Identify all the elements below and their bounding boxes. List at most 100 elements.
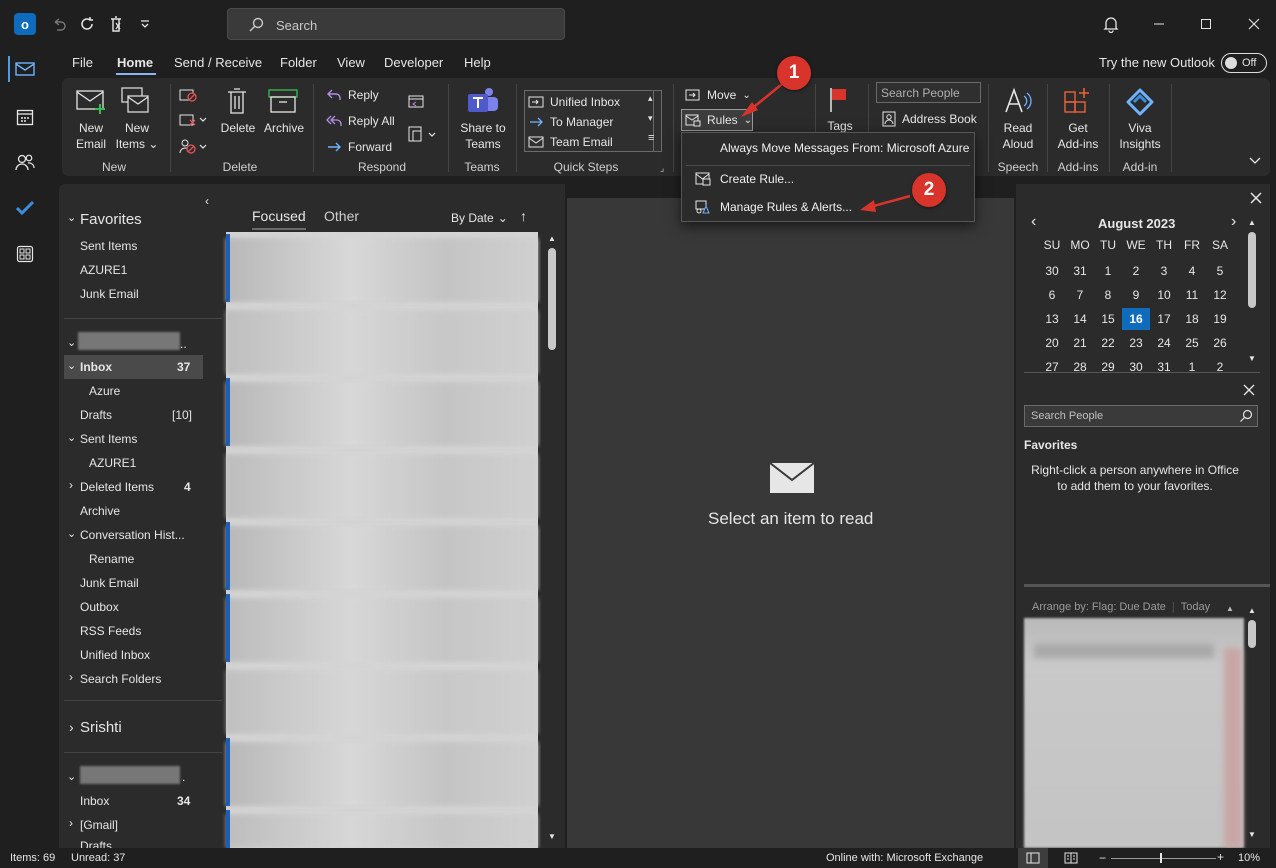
delete-button[interactable]: Delete <box>218 120 258 136</box>
new-email-button[interactable]: New Email <box>70 120 112 152</box>
folder-deleted-items[interactable]: Deleted Items <box>80 477 154 497</box>
folder-drafts-2[interactable]: Drafts <box>80 836 112 848</box>
get-addins-button[interactable]: Get Add-ins <box>1054 120 1102 152</box>
zoom-slider[interactable] <box>1111 858 1216 859</box>
folder-junk-email[interactable]: Junk Email <box>80 573 139 593</box>
chevron-right-icon[interactable]: › <box>69 816 73 830</box>
scroll-down-icon[interactable]: ▼ <box>1248 830 1256 839</box>
gallery-down-icon[interactable]: ▾ <box>648 113 653 124</box>
arrange-collapse-icon[interactable]: ▲ <box>1226 604 1234 613</box>
calendar-day[interactable]: 8 <box>1094 284 1122 306</box>
new-items-button[interactable]: New Items ⌄ <box>114 120 160 152</box>
chevron-down-icon[interactable]: ⌄ <box>67 527 76 540</box>
calendar-day[interactable]: 30 <box>1122 356 1150 378</box>
favorite-sent-items[interactable]: Sent Items <box>80 236 137 256</box>
message-item[interactable] <box>226 238 538 302</box>
message-item[interactable] <box>226 454 538 518</box>
folder-unified-inbox[interactable]: Unified Inbox <box>80 645 150 665</box>
reply-button[interactable]: Reply <box>326 85 379 105</box>
calendar-day[interactable]: 3 <box>1150 260 1178 282</box>
people-search-input[interactable]: Search People <box>1024 405 1258 427</box>
tab-developer[interactable]: Developer <box>384 55 443 77</box>
tab-focused[interactable]: Focused <box>252 208 306 224</box>
folder-sent-items[interactable]: Sent Items <box>80 429 137 449</box>
sync-icon[interactable] <box>75 12 99 36</box>
customize-toolbar-icon[interactable] <box>133 12 157 36</box>
calendar-day[interactable]: 28 <box>1066 356 1094 378</box>
message-item[interactable] <box>226 670 538 734</box>
close-button[interactable] <box>1242 12 1266 36</box>
calendar-day[interactable]: 12 <box>1206 284 1234 306</box>
chevron-down-icon[interactable]: ⌄ <box>67 211 76 224</box>
scroll-up-icon[interactable]: ▲ <box>548 234 556 243</box>
scroll-up-icon[interactable]: ▲ <box>1248 606 1256 615</box>
calendar-day[interactable]: 29 <box>1094 356 1122 378</box>
calendar-day[interactable]: 15 <box>1094 308 1122 330</box>
chevron-right-icon[interactable]: › <box>69 670 73 684</box>
dialog-launcher-icon[interactable]: ⌟ <box>660 163 664 174</box>
delete-all-icon[interactable] <box>104 12 128 36</box>
forward-button[interactable]: Forward <box>326 137 392 157</box>
message-item[interactable] <box>226 742 538 806</box>
tab-send-receive[interactable]: Send / Receive <box>174 55 262 77</box>
folder-gmail[interactable]: [Gmail] <box>80 815 118 835</box>
calendar-day[interactable]: 30 <box>1038 260 1066 282</box>
folder-rename[interactable]: Rename <box>89 549 134 569</box>
calendar-day[interactable]: 13 <box>1038 308 1066 330</box>
calendar-day[interactable]: 11 <box>1178 284 1206 306</box>
calendar-day[interactable]: 1 <box>1094 260 1122 282</box>
tasks-arrange-bar[interactable]: Arrange by: Flag: Due Date | Today <box>1024 601 1246 615</box>
calendar-day-today[interactable]: 16 <box>1122 308 1150 330</box>
favorite-azure1[interactable]: AZURE1 <box>80 260 127 280</box>
calendar-day[interactable]: 1 <box>1178 356 1206 378</box>
folder-inbox-2[interactable]: Inbox <box>80 791 109 811</box>
quick-step-team-email[interactable]: Team Email <box>528 132 613 152</box>
junk-icon[interactable] <box>178 137 208 155</box>
folder-conversation-history[interactable]: Conversation Hist... <box>80 525 185 545</box>
share-to-teams-button[interactable]: Share to Teams <box>455 120 511 152</box>
calendar-day[interactable]: 4 <box>1178 260 1206 282</box>
mail-icon[interactable] <box>12 56 38 82</box>
undo-icon[interactable] <box>47 12 71 36</box>
calendar-day[interactable]: 25 <box>1178 332 1206 354</box>
task-item[interactable] <box>1034 644 1214 658</box>
chevron-right-icon[interactable]: › <box>69 478 73 492</box>
account-srishti[interactable]: Srishti <box>80 719 122 736</box>
normal-view-button[interactable] <box>1018 848 1048 868</box>
calendar-day[interactable]: 26 <box>1206 332 1234 354</box>
chevron-down-icon[interactable]: ⌄ <box>67 431 76 444</box>
apps-icon[interactable] <box>12 241 38 267</box>
scroll-thumb[interactable] <box>548 248 556 350</box>
tab-view[interactable]: View <box>337 55 365 77</box>
calendar-day[interactable]: 2 <box>1122 260 1150 282</box>
zoom-out-icon[interactable]: − <box>1099 851 1106 865</box>
calendar-day[interactable]: 23 <box>1122 332 1150 354</box>
zoom-slider-thumb[interactable] <box>1160 853 1162 863</box>
viva-insights-button[interactable]: Viva Insights <box>1114 120 1166 152</box>
tab-help[interactable]: Help <box>464 55 491 77</box>
calendar-day[interactable]: 9 <box>1122 284 1150 306</box>
calendar-day[interactable]: 20 <box>1038 332 1066 354</box>
scroll-down-icon[interactable]: ▼ <box>1248 354 1256 363</box>
calendar-day[interactable]: 19 <box>1206 308 1234 330</box>
rules-button[interactable]: Rules ⌄ <box>685 110 752 130</box>
notifications-bell-icon[interactable] <box>1099 12 1123 36</box>
reply-all-button[interactable]: Reply All <box>326 111 395 131</box>
tab-file[interactable]: File <box>72 55 93 77</box>
sort-direction-icon[interactable]: ↑ <box>520 208 527 224</box>
gallery-up-icon[interactable]: ▴ <box>648 93 653 104</box>
ignore-icon[interactable] <box>178 87 198 103</box>
calendar-day[interactable]: 17 <box>1150 308 1178 330</box>
more-respond-icon[interactable] <box>407 125 437 143</box>
ribbon-expand-icon[interactable] <box>1249 157 1261 165</box>
scroll-thumb[interactable] <box>1248 620 1256 648</box>
folder-archive[interactable]: Archive <box>80 501 120 521</box>
scroll-thumb[interactable] <box>1248 232 1256 308</box>
close-calendar-icon[interactable] <box>1250 192 1262 204</box>
folder-azure[interactable]: Azure <box>89 381 120 401</box>
favorite-junk-email[interactable]: Junk Email <box>80 284 139 304</box>
folder-azure1[interactable]: AZURE1 <box>89 453 136 473</box>
meeting-reply-icon[interactable] <box>407 93 425 109</box>
next-month-icon[interactable]: › <box>1231 213 1236 231</box>
calendar-day[interactable]: 2 <box>1206 356 1234 378</box>
